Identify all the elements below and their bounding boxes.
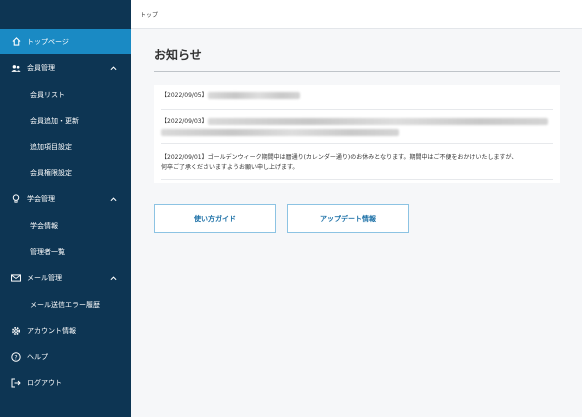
notice-text: 何卒ご了承くださいますようお願い申し上げます。 bbox=[161, 164, 299, 171]
divider bbox=[161, 143, 553, 144]
sidebar-item-label: 会員追加・更新 bbox=[30, 117, 79, 125]
top-bar: トップ bbox=[131, 0, 582, 29]
sidebar-item-help[interactable]: ? ヘルプ bbox=[0, 347, 131, 367]
notice-item[interactable]: 【2022/09/01】ゴールデンウィーク期間中は暦通り(カレンダー通り)のお休… bbox=[161, 153, 553, 173]
sidebar-item-society-management[interactable]: 学会管理 bbox=[0, 189, 131, 209]
sidebar-item-label: メール管理 bbox=[27, 274, 62, 282]
mail-icon bbox=[11, 273, 21, 283]
sidebar-item-label: 学会情報 bbox=[30, 222, 58, 230]
chevron-up-icon[interactable] bbox=[110, 197, 117, 202]
sidebar-item-member-management[interactable]: 会員管理 bbox=[0, 58, 131, 78]
home-icon bbox=[11, 37, 21, 47]
sidebar-item-top-page[interactable]: トップページ bbox=[0, 29, 131, 54]
notice-date: 【2022/09/05】 bbox=[161, 92, 208, 99]
svg-text:?: ? bbox=[14, 354, 17, 361]
breadcrumb[interactable]: トップ bbox=[140, 10, 158, 19]
sidebar-item-member-list[interactable]: 会員リスト bbox=[0, 85, 131, 105]
sidebar-item-member-add-update[interactable]: 会員追加・更新 bbox=[0, 111, 131, 131]
divider bbox=[161, 179, 553, 180]
sidebar-item-label: メール送信エラー履歴 bbox=[30, 301, 100, 309]
sidebar-item-mail-management[interactable]: メール管理 bbox=[0, 268, 131, 288]
logout-icon bbox=[11, 378, 21, 388]
chevron-up-icon[interactable] bbox=[110, 276, 117, 281]
notice-item[interactable]: 【2022/09/03】 bbox=[161, 117, 553, 138]
sidebar-item-label: 会員権限設定 bbox=[30, 169, 72, 177]
sidebar-item-logout[interactable]: ログアウト bbox=[0, 373, 131, 393]
users-icon bbox=[11, 63, 21, 73]
sidebar-item-account-info[interactable]: アカウント情報 bbox=[0, 321, 131, 341]
redacted-text bbox=[207, 118, 548, 125]
main-content: お知らせ 【2022/09/05】 【2022/09/03】 【2022/09/… bbox=[131, 29, 582, 417]
sidebar-item-label: 会員管理 bbox=[27, 64, 55, 72]
sidebar: トップページ 会員管理 会員リスト 会員追加・更新 追加項目設定 会員権限設定 … bbox=[0, 0, 131, 417]
sidebar-header bbox=[0, 0, 131, 29]
redacted-text bbox=[161, 129, 399, 136]
notice-list: 【2022/09/05】 【2022/09/03】 【2022/09/01】ゴー… bbox=[154, 85, 560, 183]
usage-guide-button[interactable]: 使い方ガイド bbox=[154, 204, 276, 233]
sidebar-item-label: 学会管理 bbox=[27, 195, 55, 203]
sidebar-item-mail-error-history[interactable]: メール送信エラー履歴 bbox=[0, 295, 131, 315]
page-title: お知らせ bbox=[154, 48, 202, 62]
notice-text: 【2022/09/01】ゴールデンウィーク期間中は暦通り(カレンダー通り)のお休… bbox=[161, 154, 518, 161]
notice-item[interactable]: 【2022/09/05】 bbox=[161, 91, 553, 101]
sidebar-item-label: ヘルプ bbox=[27, 353, 48, 361]
sidebar-item-label: 会員リスト bbox=[30, 91, 65, 99]
sidebar-item-society-info[interactable]: 学会情報 bbox=[0, 216, 131, 236]
divider bbox=[161, 109, 553, 110]
sidebar-item-label: トップページ bbox=[27, 37, 69, 46]
update-info-button[interactable]: アップデート情報 bbox=[287, 204, 409, 233]
notice-date: 【2022/09/03】 bbox=[161, 118, 208, 125]
sidebar-item-label: アカウント情報 bbox=[27, 327, 76, 335]
sidebar-item-extra-fields[interactable]: 追加項目設定 bbox=[0, 137, 131, 157]
title-divider bbox=[154, 71, 560, 72]
sidebar-item-member-permissions[interactable]: 会員権限設定 bbox=[0, 163, 131, 183]
sidebar-item-admin-list[interactable]: 管理者一覧 bbox=[0, 242, 131, 262]
gear-icon bbox=[11, 326, 21, 336]
redacted-text bbox=[207, 92, 300, 99]
sidebar-item-label: 管理者一覧 bbox=[30, 248, 65, 256]
chevron-up-icon[interactable] bbox=[110, 66, 117, 71]
lightbulb-icon bbox=[11, 194, 21, 204]
help-icon: ? bbox=[11, 352, 21, 362]
sidebar-item-label: ログアウト bbox=[27, 379, 62, 387]
sidebar-item-label: 追加項目設定 bbox=[30, 143, 72, 151]
